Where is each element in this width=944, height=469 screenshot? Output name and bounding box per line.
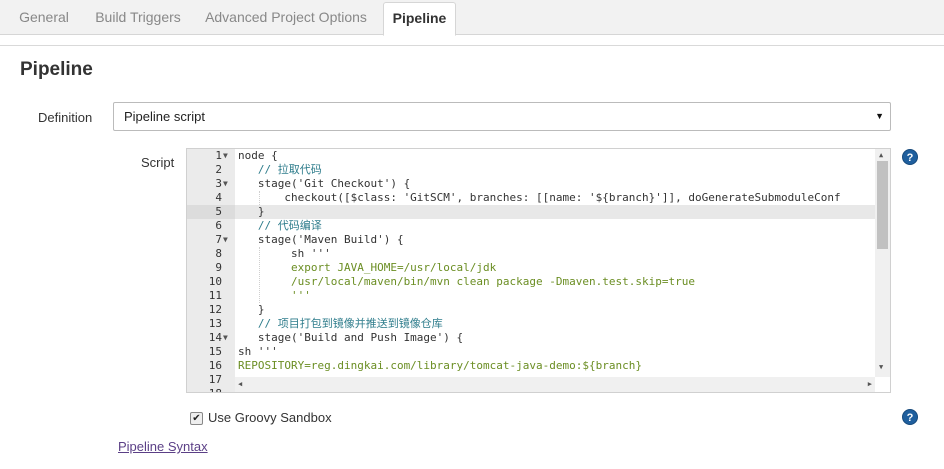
code-text: export JAVA_HOME=/usr/local/jdk [238,261,497,274]
caret-down-icon: ▼ [875,111,884,121]
help-icon[interactable]: ? [902,409,918,425]
pipeline-syntax-link[interactable]: Pipeline Syntax [118,439,208,454]
code-text: stage('Build and Push Image') { [238,331,464,344]
line-number: 6 [215,219,222,232]
code-text: REPOSITORY=reg.dingkai.com/library/tomca… [238,359,642,372]
code-text: stage('Git Checkout') { [238,177,411,190]
definition-select[interactable]: Pipeline script ▼ [113,102,891,131]
vertical-scrollbar[interactable]: ▲ ▼ [875,149,890,377]
check-icon: ✔ [192,413,201,424]
line-number: 18 [187,387,222,392]
tab-bar: General Build Triggers Advanced Project … [0,0,944,36]
line-number: 16 [208,359,222,372]
code-text: /usr/local/maven/bin/mvn clean package -… [238,275,695,288]
script-label: Script [141,155,175,170]
line-number: 14 [208,331,222,344]
code-text: sh ''' [238,247,331,260]
script-editor[interactable]: 1 ▼ node {2 // 拉取代码 3 ▼ stage('Git Checkout'… [186,148,891,393]
line-number: 17 [208,373,222,386]
fold-arrow-icon[interactable]: ▼ [223,177,228,191]
line-number: 4 [215,191,222,204]
help-icon[interactable]: ? [902,149,918,165]
code-text: } [238,205,265,218]
code-text: sh ''' [238,345,278,358]
scroll-left-icon[interactable]: ◀ [238,380,242,388]
section-title: Pipeline [20,59,93,80]
line-number: 7 [215,233,222,246]
code-text: } [238,303,265,316]
line-number: 11 [208,289,222,302]
scroll-up-icon[interactable]: ▲ [879,151,883,159]
code-text: checkout([$class: 'GitSCM', branches: [[… [238,191,841,204]
tab-advanced-project-options[interactable]: Advanced Project Options [194,0,378,35]
tab-pipeline[interactable]: Pipeline [383,2,456,36]
code-text: stage('Maven Build') { [238,233,404,246]
line-number: 8 [215,247,222,260]
definition-label: Definition [38,110,93,125]
line-number: 10 [208,275,222,288]
scrollbar-thumb[interactable] [877,161,888,249]
line-number: 5 [215,205,222,218]
fold-arrow-icon[interactable]: ▼ [223,233,228,247]
line-number: 12 [208,303,222,316]
sandbox-checkbox[interactable]: ✔ [190,412,203,425]
sandbox-label: Use Groovy Sandbox [208,410,332,425]
line-number: 13 [208,317,222,330]
code-text: node { [238,149,278,162]
line-number: 3 [215,177,222,190]
active-line-highlight [235,205,875,219]
line-number: 2 [215,163,222,176]
line-number: 15 [208,345,222,358]
code-text: // 代码编译 [238,219,322,232]
line-number: 1 [215,149,222,162]
horizontal-scrollbar[interactable]: ◀ ▶ [235,377,875,392]
line-number: 9 [215,261,222,274]
fold-arrow-icon[interactable]: ▼ [223,331,228,345]
tab-general[interactable]: General [6,0,82,35]
code-text: // 项目打包到镜像并推送到镜像仓库 [238,317,443,330]
scroll-right-icon[interactable]: ▶ [868,380,872,388]
tab-build-triggers[interactable]: Build Triggers [86,0,190,35]
code-text: ''' [238,289,311,302]
definition-value: Pipeline script [124,109,205,124]
code-text: // 拉取代码 [238,163,322,176]
fold-arrow-icon[interactable]: ▼ [223,149,228,163]
scroll-down-icon[interactable]: ▼ [879,363,883,371]
